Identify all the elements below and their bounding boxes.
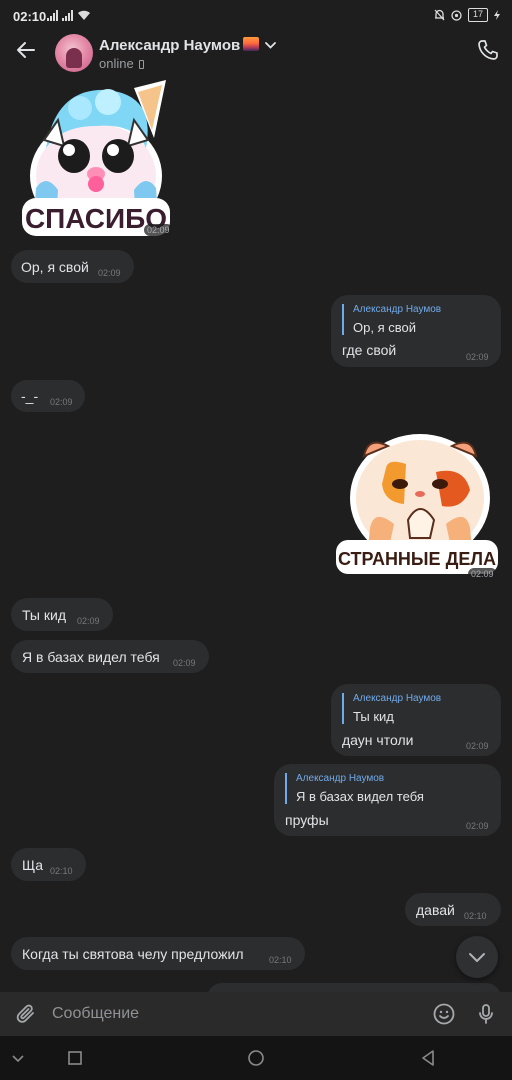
message-time: 02:09 xyxy=(77,616,100,626)
message-text: давай xyxy=(416,902,455,918)
system-nav-bar xyxy=(0,1036,512,1080)
nav-hide-icon[interactable] xyxy=(8,1048,28,1068)
message-text: Я в базах видел тебя xyxy=(22,649,160,665)
chevron-down-icon[interactable] xyxy=(265,42,277,49)
contact-status: online xyxy=(99,56,144,71)
message-time: 02:09 xyxy=(468,568,497,580)
status-right: 17 xyxy=(434,8,500,22)
incoming-message[interactable]: Ор, я свой 02:09 xyxy=(11,250,134,283)
status-text: online xyxy=(99,56,134,71)
outgoing-reply-message[interactable]: Александр Наумов Ты кид даун чтоли 02:09 xyxy=(331,684,501,756)
emoji-icon[interactable] xyxy=(432,1002,456,1026)
contact-name[interactable]: Александр Наумов xyxy=(99,37,240,54)
reply-quote[interactable]: Александр Наумов Ор, я свой xyxy=(342,304,441,335)
message-time: 02:09 xyxy=(466,741,489,751)
sticker-caption: СТРАННЫЕ ДЕЛА xyxy=(338,549,496,569)
incoming-message[interactable]: -_- 02:09 xyxy=(11,380,85,412)
outgoing-reply-message[interactable]: Александр Наумов Ор, я свой где свой 02:… xyxy=(331,295,501,367)
message-text: Ты кид xyxy=(22,607,67,623)
reply-author: Александр Наумов xyxy=(296,773,385,784)
message-time: 02:09 xyxy=(144,224,173,236)
status-bar: 02:10 17 xyxy=(0,0,512,32)
back-arrow-icon[interactable] xyxy=(14,38,38,62)
contact-name-row[interactable]: Александр Наумов xyxy=(99,37,277,54)
home-icon[interactable] xyxy=(246,1048,266,1068)
message-time: 02:09 xyxy=(173,658,196,668)
reply-text: Ор, я свой xyxy=(353,320,416,335)
chat-header: Александр Наумов online xyxy=(0,32,512,78)
reply-quote[interactable]: Александр Наумов Ты кид xyxy=(342,693,441,724)
message-time: 02:10 xyxy=(50,866,73,876)
back-nav-icon[interactable] xyxy=(418,1048,438,1068)
chevron-down-icon xyxy=(469,953,485,962)
message-time: 02:09 xyxy=(466,821,489,831)
message-time: 02:09 xyxy=(50,397,73,407)
message-text: Ща xyxy=(22,857,44,873)
microphone-icon[interactable] xyxy=(474,1002,498,1026)
reply-author: Александр Наумов xyxy=(353,693,442,704)
outgoing-message[interactable]: давай 02:10 xyxy=(405,893,501,926)
reply-text: Я в базах видел тебя xyxy=(296,789,424,804)
scroll-down-button[interactable] xyxy=(456,936,498,978)
signal-icons xyxy=(47,10,91,21)
mute-icon xyxy=(434,9,445,21)
message-composer xyxy=(0,992,512,1036)
incoming-message[interactable]: Ты кид 02:09 xyxy=(11,598,113,631)
reply-text: Ты кид xyxy=(353,709,394,724)
incoming-message[interactable]: Когда ты святова челу предложил 02:10 xyxy=(11,937,305,970)
battery-indicator: 17 xyxy=(467,8,488,22)
phone-icon[interactable] xyxy=(476,38,500,62)
signal-icon xyxy=(62,10,73,21)
paperclip-icon[interactable] xyxy=(14,1002,38,1026)
message-time: 02:10 xyxy=(464,911,487,921)
status-time: 02:10 xyxy=(13,9,47,24)
avatar[interactable] xyxy=(55,34,93,72)
incoming-message[interactable]: Ща 02:10 xyxy=(11,848,86,881)
reply-author: Александр Наумов xyxy=(353,304,442,315)
signal-icon xyxy=(47,10,58,21)
incoming-message[interactable]: Я в базах видел тебя 02:09 xyxy=(11,640,209,673)
message-text: пруфы xyxy=(285,812,329,828)
sticker-message[interactable]: СТРАННЫЕ ДЕЛА 02:09 xyxy=(334,428,500,584)
alarm-icon xyxy=(451,9,462,21)
unicorn-sticker-image: СПАСИБО xyxy=(22,80,170,236)
wifi-icon xyxy=(78,10,90,20)
outgoing-reply-message[interactable]: Александр Наумов Я в базах видел тебя пр… xyxy=(274,764,501,836)
message-time: 02:10 xyxy=(269,955,292,965)
mobile-icon xyxy=(138,60,144,69)
hamster-sticker-image: СТРАННЫЕ ДЕЛА xyxy=(336,434,498,574)
charging-icon xyxy=(494,10,500,20)
message-text: где свой xyxy=(342,342,397,358)
message-input[interactable] xyxy=(52,1005,412,1023)
message-text: Когда ты святова челу предложил xyxy=(22,946,244,962)
sticker-message[interactable]: СПАСИБО 02:09 xyxy=(16,78,176,240)
sunset-emoji-icon xyxy=(243,37,260,51)
message-text: даун чтоли xyxy=(342,732,414,748)
message-text: Ор, я свой xyxy=(21,259,89,275)
message-time: 02:09 xyxy=(466,352,489,362)
message-time: 02:09 xyxy=(98,268,121,278)
message-text: -_- xyxy=(21,388,39,404)
reply-quote[interactable]: Александр Наумов Я в базах видел тебя xyxy=(285,773,424,804)
recent-apps-icon[interactable] xyxy=(65,1048,85,1068)
